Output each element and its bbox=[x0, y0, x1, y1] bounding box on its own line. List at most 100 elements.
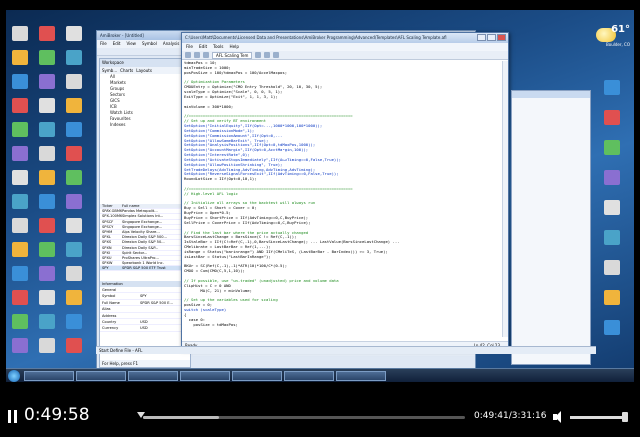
desktop-shortcut-icon[interactable] bbox=[8, 290, 32, 305]
desktop-shortcut-icon[interactable] bbox=[62, 338, 86, 353]
desktop-shortcut-icon[interactable] bbox=[35, 290, 59, 305]
maximize-button[interactable] bbox=[487, 34, 496, 41]
desktop-shortcut-icon[interactable] bbox=[8, 122, 32, 137]
taskbar-button[interactable] bbox=[76, 371, 126, 381]
workspace-tab[interactable]: Charts bbox=[120, 68, 133, 73]
taskbar-button[interactable] bbox=[128, 371, 178, 381]
desktop-shortcut-icon[interactable] bbox=[35, 146, 59, 161]
desktop-shortcut-icon[interactable] bbox=[35, 98, 59, 113]
desktop-shortcut-icon[interactable] bbox=[62, 266, 86, 281]
volume-slider[interactable] bbox=[570, 416, 625, 419]
desktop-shortcut-icon[interactable] bbox=[600, 140, 624, 155]
save-icon[interactable] bbox=[203, 52, 209, 58]
tree-item[interactable]: Indexes bbox=[100, 122, 190, 128]
taskbar-button[interactable] bbox=[284, 371, 334, 381]
editor-tab[interactable]: AFL Scaling Tem bbox=[212, 51, 253, 59]
desktop-shortcut-icon[interactable] bbox=[62, 26, 86, 41]
new-file-icon[interactable] bbox=[185, 52, 191, 58]
desktop-shortcut-icon[interactable] bbox=[8, 26, 32, 41]
editor-menu-item[interactable]: File bbox=[186, 44, 193, 50]
desktop-shortcut-icon[interactable] bbox=[35, 170, 59, 185]
desktop-shortcut-icon[interactable] bbox=[8, 50, 32, 65]
menu-item[interactable]: Analysis bbox=[163, 41, 179, 47]
desktop-shortcut-icon[interactable] bbox=[35, 74, 59, 89]
desktop-shortcut-icon[interactable] bbox=[35, 242, 59, 257]
desktop-shortcut-icon[interactable] bbox=[35, 50, 59, 65]
desktop-shortcut-icon[interactable] bbox=[35, 122, 59, 137]
symbol-row[interactable]: SPY SPDR S&P 500 ETF Trust bbox=[100, 266, 190, 272]
close-button[interactable] bbox=[497, 34, 506, 41]
desktop-shortcut-icon[interactable] bbox=[600, 170, 624, 185]
editor-scrollbar[interactable] bbox=[502, 61, 508, 337]
menu-item[interactable]: File bbox=[100, 41, 107, 47]
shortcut-glyph-icon bbox=[66, 146, 82, 161]
shortcut-glyph-icon bbox=[12, 242, 28, 257]
desktop-shortcut-icon[interactable] bbox=[600, 260, 624, 275]
start-button[interactable] bbox=[8, 370, 20, 382]
desktop-shortcut-icon[interactable] bbox=[8, 218, 32, 233]
desktop-shortcut-icon[interactable] bbox=[600, 80, 624, 95]
desktop-shortcut-icon[interactable] bbox=[600, 230, 624, 245]
desktop-shortcut-icon[interactable] bbox=[8, 266, 32, 281]
menu-item[interactable]: Edit bbox=[113, 41, 121, 47]
editor-menu-item[interactable]: Edit bbox=[199, 44, 207, 50]
editor-menu-item[interactable]: Help bbox=[229, 44, 239, 50]
desktop-shortcut-icon[interactable] bbox=[62, 50, 86, 65]
desktop-shortcut-icon[interactable] bbox=[8, 74, 32, 89]
desktop-shortcut-icon[interactable] bbox=[62, 170, 86, 185]
ticker-column-header[interactable]: Ticker bbox=[100, 204, 122, 208]
taskbar-button[interactable] bbox=[180, 371, 230, 381]
desktop-shortcut-icon[interactable] bbox=[600, 200, 624, 215]
desktop-shortcut-icon[interactable] bbox=[8, 242, 32, 257]
desktop-shortcut-icon[interactable] bbox=[62, 122, 86, 137]
desktop-shortcut-icon[interactable] bbox=[35, 26, 59, 41]
desktop-shortcut-icon[interactable] bbox=[62, 242, 86, 257]
desktop-shortcut-icon[interactable] bbox=[8, 170, 32, 185]
desktop-shortcut-icon[interactable] bbox=[62, 218, 86, 233]
weather-gadget[interactable]: 61° Boulder, CO bbox=[594, 24, 630, 52]
desktop-shortcut-icon[interactable] bbox=[8, 338, 32, 353]
desktop-shortcut-icon[interactable] bbox=[600, 110, 624, 125]
desktop-shortcut-icon[interactable] bbox=[600, 320, 624, 335]
desktop-shortcut-icon[interactable] bbox=[8, 146, 32, 161]
seek-bar[interactable] bbox=[143, 416, 465, 419]
editor-menu-item[interactable]: Tools bbox=[213, 44, 223, 50]
code-editor[interactable]: tdmaxPos = 10; minTradeSize = 1000; posPos… bbox=[184, 61, 502, 337]
taskbar-button[interactable] bbox=[232, 371, 282, 381]
apply-indicator-icon[interactable] bbox=[264, 52, 271, 58]
desktop-shortcut-icon[interactable] bbox=[35, 314, 59, 329]
desktop-shortcut-icon[interactable] bbox=[62, 314, 86, 329]
taskbar-button[interactable] bbox=[24, 371, 74, 381]
desktop-shortcut-icon[interactable] bbox=[62, 146, 86, 161]
seek-handle[interactable] bbox=[137, 412, 145, 422]
taskbar bbox=[6, 368, 634, 382]
desktop-shortcut-icon[interactable] bbox=[62, 290, 86, 305]
desktop-shortcut-icon[interactable] bbox=[8, 314, 32, 329]
volume-icon[interactable] bbox=[553, 411, 567, 423]
desktop-shortcut-icon[interactable] bbox=[35, 194, 59, 209]
taskbar-button[interactable] bbox=[336, 371, 386, 381]
menu-item[interactable]: View bbox=[126, 41, 136, 47]
desktop-shortcut-icon[interactable] bbox=[35, 218, 59, 233]
desktop-shortcut-icon[interactable] bbox=[600, 290, 624, 305]
desktop-shortcut-icon[interactable] bbox=[62, 74, 86, 89]
minimize-button[interactable] bbox=[477, 34, 486, 41]
fullname-column-header[interactable]: Full name bbox=[122, 204, 190, 208]
seek-bar-progress bbox=[143, 416, 219, 419]
desktop-shortcut-icon[interactable] bbox=[8, 98, 32, 113]
desktop-shortcut-icon[interactable] bbox=[8, 194, 32, 209]
menu-item[interactable]: Symbol bbox=[142, 41, 157, 47]
workspace-tab[interactable]: Layouts bbox=[136, 68, 152, 73]
workspace-tab[interactable]: Symb... bbox=[102, 68, 117, 73]
send-to-analysis-icon[interactable] bbox=[273, 52, 280, 58]
pause-icon[interactable] bbox=[7, 410, 19, 424]
open-file-icon[interactable] bbox=[194, 52, 200, 58]
desktop-shortcut-icon[interactable] bbox=[35, 266, 59, 281]
verify-syntax-icon[interactable] bbox=[255, 52, 262, 58]
desktop-shortcut-icon[interactable] bbox=[62, 98, 86, 113]
information-panel: Information General Symbol SPY Full Name SPD… bbox=[100, 281, 190, 332]
volume-handle[interactable] bbox=[622, 412, 628, 422]
shortcut-glyph-icon bbox=[39, 74, 55, 89]
desktop-shortcut-icon[interactable] bbox=[62, 194, 86, 209]
desktop-shortcut-icon[interactable] bbox=[35, 338, 59, 353]
